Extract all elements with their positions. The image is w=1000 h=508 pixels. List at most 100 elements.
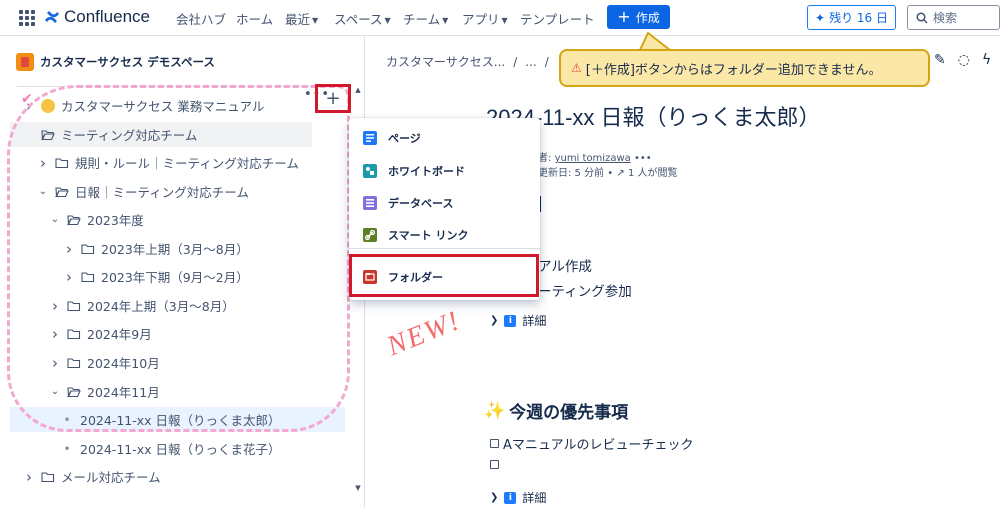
sidebar-item-label: ミーティング対応チーム [61,128,198,143]
menu-item-database[interactable]: データベース [363,195,453,211]
sidebar-tree-item[interactable]: › 2023年下期（9月～2月） [62,264,352,289]
sidebar-item-label: 2024年11月 [87,385,160,400]
view-count[interactable]: 1 人が閲覧 [628,168,678,179]
menu-item-page[interactable]: ページ [363,130,421,146]
scroll-up-icon[interactable]: ▲ [354,86,362,94]
folder-open-icon [67,387,81,397]
sidebar-tree-item[interactable]: › 2023年上期（3月～8月） [62,236,352,261]
task-checkbox[interactable] [490,439,499,448]
space-header[interactable]: カスタマーサクセス デモスペース [16,53,215,71]
sidebar-tree-item[interactable]: • 2024-11-xx 日報（りっくま太郎） [10,407,345,432]
sidebar-item-label: 2024年10月 [87,356,160,371]
byline-more-icon[interactable]: ••• [634,153,652,164]
sidebar-tree-item[interactable]: ⌄ 2023年度 [48,207,348,232]
database-icon [363,196,377,210]
trial-remaining-button[interactable]: ✦ 残り 16 日 [807,5,896,30]
folder-open-icon [55,187,69,197]
expand-details[interactable]: ❯ i 詳細 [490,312,546,329]
sidebar-item-label: カスタマーサクセス 業務マニュアル [61,99,265,114]
nav-company-hub[interactable]: 会社ハブ [176,9,226,28]
sidebar-tree-item[interactable]: › 規則・ルール｜ミーティング対応チーム [36,150,346,175]
sidebar-item-label: 2024-11-xx 日報（りっくま花子） [80,442,281,457]
folder-icon [67,301,81,311]
breadcrumb-item[interactable]: カスタマーサクセス... [386,55,505,69]
chevron-right-icon[interactable]: › [48,354,62,372]
lightning-icon[interactable]: ϟ [982,52,991,68]
trial-label: 残り 16 日 [829,11,888,25]
sidebar-item-label: 2024年上期（3月～8月） [87,299,235,314]
create-button[interactable]: + 作成 [607,5,670,29]
new-stamp-image: NEW! [382,304,466,363]
sidebar-item-label: 2023年度 [87,213,144,228]
sparkle-icon: ✦ [815,10,826,25]
sidebar-tree-item[interactable]: › 2024年10月 [48,350,348,375]
menu-item-whiteboard[interactable]: ホワイトボード [363,163,465,179]
edit-pencil-icon[interactable]: ✎ [934,52,946,68]
chevron-down-icon: ▼ [501,16,508,25]
person-emoji-icon [41,98,55,113]
updated-at: 更新日: 5 分前 • [538,168,614,179]
sidebar-tree-item[interactable]: › カスタマーサクセス 業務マニュアル [22,93,352,118]
sparkles-icon: ✨ [484,400,506,421]
add-child-button[interactable]: + [315,84,351,113]
nav-home[interactable]: ホーム [236,9,273,28]
body-text: ーティング参加 [538,284,632,300]
task-checkbox[interactable] [490,460,499,469]
breadcrumb: カスタマーサクセス... /... / [386,55,549,69]
sidebar-tree-item[interactable]: • 2024-11-xx 日報（りっくま花子） [60,436,345,461]
sidebar-tree-item[interactable]: › 2024年9月 [48,321,348,346]
folder-open-icon [41,130,55,140]
whiteboard-icon [363,164,377,178]
nav-spaces[interactable]: スペース ▼ [334,9,391,28]
search-icon [916,11,928,24]
sidebar-tree-item[interactable]: ⌄ 2024年11月 [48,379,348,404]
details-label: 詳細 [522,314,547,328]
chevron-right-icon[interactable]: › [62,240,76,258]
page-meta: 更新日: 5 分前 • ↗ 1 人が閲覧 [538,164,677,179]
breadcrumb-ellipsis[interactable]: ... [525,55,536,69]
annotation-callout: ⚠ [＋作成]ボタンからはフォルダー追加できません。 [559,49,930,87]
info-icon: i [504,491,517,504]
plus-icon: + [617,7,631,26]
sidebar-tree-item[interactable]: › 2024年上期（3月～8月） [48,293,348,318]
sidebar-item-label: 日報｜ミーティング対応チーム [75,185,249,200]
space-sidebar: カスタマーサクセス デモスペース ▲ ▼ › カスタマーサクセス 業務マニュアルミ… [0,36,365,508]
comment-icon[interactable]: ◌ [958,52,970,68]
app-switcher-icon[interactable] [19,10,35,26]
chevron-right-icon[interactable]: › [62,268,76,286]
sidebar-tree-item[interactable]: ⌄ 日報｜ミーティング対応チーム [36,179,346,204]
chevron-down-icon[interactable]: ⌄ [48,386,62,397]
chevron-right-icon: ❯ [490,492,499,503]
sidebar-tree-item[interactable]: ミーティング対応チーム [10,122,312,147]
folder-icon [67,358,81,368]
search-input[interactable]: 検索 [907,5,1000,30]
chevron-down-icon[interactable]: ⌄ [48,214,62,225]
warning-icon: ⚠ [571,61,582,75]
chevron-right-icon[interactable]: › [36,154,50,172]
confluence-logo[interactable]: Confluence [44,7,150,27]
nav-teams[interactable]: チーム ▼ [403,9,448,28]
folder-icon [67,329,81,339]
folder-open-icon [67,215,81,225]
divider [17,86,347,90]
plus-icon: + [325,88,341,109]
page-byline: 者: yumi tomizawa ••• [538,153,652,164]
sidebar-tree-item[interactable]: › メール対応チーム [22,464,352,489]
nav-recent[interactable]: 最近 ▼ [285,9,318,28]
chevron-right-icon[interactable]: › [48,297,62,315]
bullet-icon: • [63,412,71,427]
menu-item-smart-link[interactable]: スマート リンク [363,227,469,243]
chevron-down-icon[interactable]: ⌄ [36,186,50,197]
sidebar-item-label: メール対応チーム [61,470,161,485]
chevron-right-icon: ❯ [490,315,499,326]
expand-details[interactable]: ❯ i 詳細 [490,489,546,506]
sidebar-item-label: 2024年9月 [87,327,152,342]
smart-link-icon [363,228,377,242]
chevron-right-icon[interactable]: › [22,468,36,486]
scroll-down-icon[interactable]: ▼ [354,484,362,492]
nav-templates[interactable]: テンプレート [520,9,595,28]
chevron-right-icon[interactable]: › [48,325,62,343]
nav-apps[interactable]: アプリ ▼ [462,9,508,28]
author-link[interactable]: yumi tomizawa [555,153,631,164]
info-icon: i [504,314,517,327]
